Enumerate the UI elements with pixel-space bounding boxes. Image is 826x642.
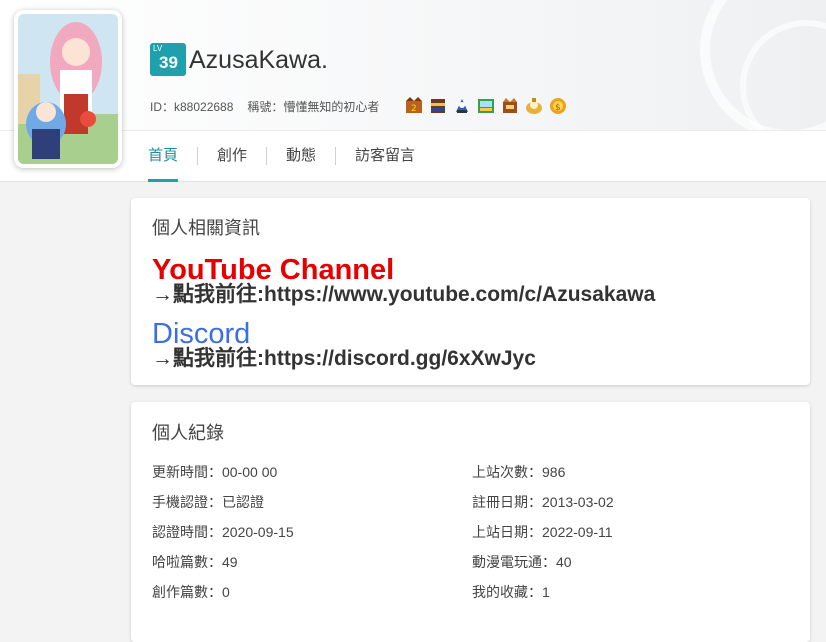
level-label: LV: [153, 44, 163, 53]
info-card: 個人相關資訊 YouTube Channel →點我前往:https://www…: [131, 198, 810, 385]
badge-icon-2[interactable]: [428, 96, 448, 116]
record-acg-score: 動漫電玩通：40: [472, 554, 572, 570]
record-creation-count: 創作篇數：0: [152, 584, 230, 600]
level-number: 39: [159, 53, 178, 72]
tab-creations[interactable]: 創作: [217, 131, 247, 181]
svg-text:2: 2: [411, 104, 417, 114]
user-meta: ID：k88022688 稱號：懵懂無知的初心者: [150, 100, 379, 114]
record-register-date: 註冊日期：2013-03-02: [472, 494, 614, 510]
svg-text:$: $: [555, 103, 561, 113]
user-title: 稱號：懵懂無知的初心者: [247, 100, 380, 114]
avatar[interactable]: [14, 10, 122, 168]
record-verify-date: 認證時間：2020-09-15: [152, 524, 294, 540]
tab-divider: [197, 147, 199, 165]
badge-icon-3[interactable]: [452, 96, 472, 116]
badge-icon-1[interactable]: 2: [404, 96, 424, 116]
tab-activity[interactable]: 動態: [286, 131, 316, 181]
record-favorites: 我的收藏：1: [472, 584, 550, 600]
record-post-count: 哈啦篇數：49: [152, 554, 238, 570]
record-update-time: 更新時間：00-00 00: [152, 464, 278, 480]
badge-icon-7[interactable]: $: [548, 96, 568, 116]
avatar-image: [18, 14, 118, 164]
youtube-link[interactable]: →點我前往:https://www.youtube.com/c/Azusakaw…: [152, 282, 655, 308]
level-badge: LV 39: [150, 43, 186, 76]
tab-divider: [266, 147, 268, 165]
discord-link[interactable]: →點我前往:https://discord.gg/6xXwJyc: [152, 346, 536, 372]
badge-icon-5[interactable]: [500, 96, 520, 116]
badge-list: 2 $: [404, 96, 568, 116]
badge-icon-6[interactable]: [524, 96, 544, 116]
record-last-login: 上站日期：2022-09-11: [472, 524, 613, 540]
tab-guestbook[interactable]: 訪客留言: [355, 131, 415, 181]
username: AzusaKawa.: [189, 46, 328, 74]
tab-home[interactable]: 首頁: [148, 131, 179, 182]
profile-header: LV 39 AzusaKawa. ID：k88022688 稱號：懵懂無知的初心者…: [0, 0, 826, 182]
records-card: 個人紀錄 更新時間：00-00 00 手機認證：已認證 認證時間：2020-09…: [131, 402, 810, 642]
badge-icon-4[interactable]: [476, 96, 496, 116]
user-id: ID：k88022688: [150, 100, 234, 114]
records-card-title: 個人紀錄: [152, 423, 224, 443]
record-phone-verified: 手機認證：已認證: [152, 494, 264, 510]
tab-divider: [335, 147, 337, 165]
record-login-count: 上站次數：986: [472, 464, 566, 480]
info-card-title: 個人相關資訊: [152, 218, 260, 238]
profile-tabs: 首頁 創作 動態 訪客留言: [148, 131, 415, 182]
